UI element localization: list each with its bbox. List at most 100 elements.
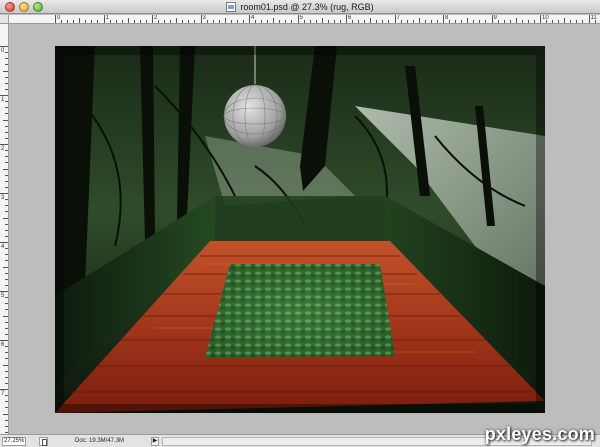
ruler-minor-tick [236, 20, 238, 23]
ruler-minor-tick [121, 20, 123, 23]
ruler-minor-tick [564, 18, 566, 23]
ruler-minor-tick [5, 419, 8, 421]
ruler-minor-tick [5, 150, 8, 152]
ruler-minor-tick [5, 174, 8, 176]
ruler-label: 1 [105, 15, 109, 21]
ruler-minor-tick [5, 223, 8, 225]
ruler-minor-tick [218, 20, 220, 23]
ruler-label: 5 [299, 15, 303, 21]
ruler-label: 7 [396, 15, 400, 21]
ruler-tick [0, 46, 8, 47]
ruler-minor-tick [558, 20, 560, 23]
ruler-tick [491, 15, 493, 23]
ruler-minor-tick [303, 20, 305, 23]
ruler-minor-tick [418, 18, 420, 23]
ruler-minor-tick [145, 20, 147, 23]
rug-shading [205, 264, 395, 358]
ruler-minor-tick [3, 266, 8, 268]
ruler-minor-tick [5, 333, 8, 335]
ruler-label: 6 [1, 342, 5, 348]
ruler-minor-tick [5, 199, 8, 201]
ruler-tick [0, 193, 8, 194]
ruler-minor-tick [242, 20, 244, 23]
zoom-field[interactable]: 27.25% [2, 437, 26, 446]
ruler-label: 8 [445, 15, 449, 21]
ruler-minor-tick [176, 18, 178, 23]
ruler-minor-tick [436, 20, 438, 23]
ruler-minor-tick [206, 20, 208, 23]
ruler-minor-tick [5, 395, 8, 397]
room-scene [55, 46, 545, 413]
ruler-label: 4 [1, 244, 5, 250]
window-title-group: room01.psd @ 27.3% (rug, RGB) [0, 1, 600, 13]
ruler-tick [0, 144, 8, 145]
ruler-minor-tick [61, 20, 63, 23]
ruler-minor-tick [170, 20, 172, 23]
ruler-minor-tick [521, 20, 523, 23]
ruler-minor-tick [3, 70, 8, 72]
ruler-label: 0 [57, 15, 61, 21]
ruler-minor-tick [509, 20, 511, 23]
ruler-minor-tick [5, 107, 8, 109]
ruler-minor-tick [261, 20, 263, 23]
psd-file-icon [226, 2, 237, 12]
ruler-label: 2 [1, 146, 5, 152]
ruler-minor-tick [5, 180, 8, 182]
ruler-minor-tick [5, 156, 8, 158]
ruler-minor-tick [212, 20, 214, 23]
ruler-minor-tick [515, 18, 517, 23]
ruler-label: 7 [1, 391, 5, 397]
ruler-minor-tick [352, 20, 354, 23]
ruler-minor-tick [339, 20, 341, 23]
ruler-origin[interactable] [0, 15, 9, 24]
ruler-minor-tick [255, 20, 257, 23]
ruler-minor-tick [5, 303, 8, 305]
document-icon[interactable] [39, 437, 48, 446]
ruler-minor-tick [3, 217, 8, 219]
ruler-minor-tick [582, 20, 584, 23]
ruler-minor-tick [115, 20, 117, 23]
ruler-minor-tick [5, 407, 8, 409]
ruler-minor-tick [321, 18, 323, 23]
ruler-minor-tick [455, 20, 457, 23]
ruler-minor-tick [5, 64, 8, 66]
ruler-minor-tick [5, 284, 8, 286]
ruler-minor-tick [473, 20, 475, 23]
ruler-tick [0, 95, 8, 96]
ruler-minor-tick [164, 20, 166, 23]
document-canvas[interactable] [55, 46, 545, 413]
ruler-minor-tick [503, 20, 505, 23]
ruler-minor-tick [533, 20, 535, 23]
ruler-label: 0 [1, 48, 5, 54]
ruler-minor-tick [552, 20, 554, 23]
ruler-minor-tick [139, 20, 141, 23]
ruler-minor-tick [5, 248, 8, 250]
ruler-minor-tick [370, 18, 372, 23]
ruler-minor-tick [5, 321, 8, 323]
window-title: room01.psd @ 27.3% (rug, RGB) [240, 2, 374, 12]
status-menu-arrow-icon[interactable]: ▶ [151, 437, 159, 446]
ruler-minor-tick [400, 20, 402, 23]
title-bar: room01.psd @ 27.3% (rug, RGB) [0, 0, 600, 14]
ruler-minor-tick [3, 168, 8, 170]
ruler-minor-tick [461, 20, 463, 23]
ruler-tick [297, 15, 299, 23]
ruler-minor-tick [479, 20, 481, 23]
ruler-tick [588, 15, 590, 23]
ruler-minor-tick [3, 364, 8, 366]
ruler-minor-tick [5, 186, 8, 188]
ruler-minor-tick [97, 20, 99, 23]
ruler-minor-tick [194, 20, 196, 23]
ruler-minor-tick [285, 20, 287, 23]
ruler-tick [103, 15, 105, 23]
ruler-minor-tick [5, 425, 8, 427]
horizontal-ruler[interactable]: 0 1 2 3 4 5 6 7 8 9 10 11 [0, 15, 600, 24]
ruler-minor-tick [91, 20, 93, 23]
ruler-minor-tick [3, 413, 8, 415]
ruler-minor-tick [5, 346, 8, 348]
vertical-ruler[interactable]: 0 1 2 3 4 5 6 7 [0, 24, 9, 434]
ruler-label: 4 [251, 15, 255, 21]
ruler-tick [249, 15, 250, 23]
ruler-minor-tick [497, 20, 499, 23]
ruler-minor-tick [5, 376, 8, 378]
